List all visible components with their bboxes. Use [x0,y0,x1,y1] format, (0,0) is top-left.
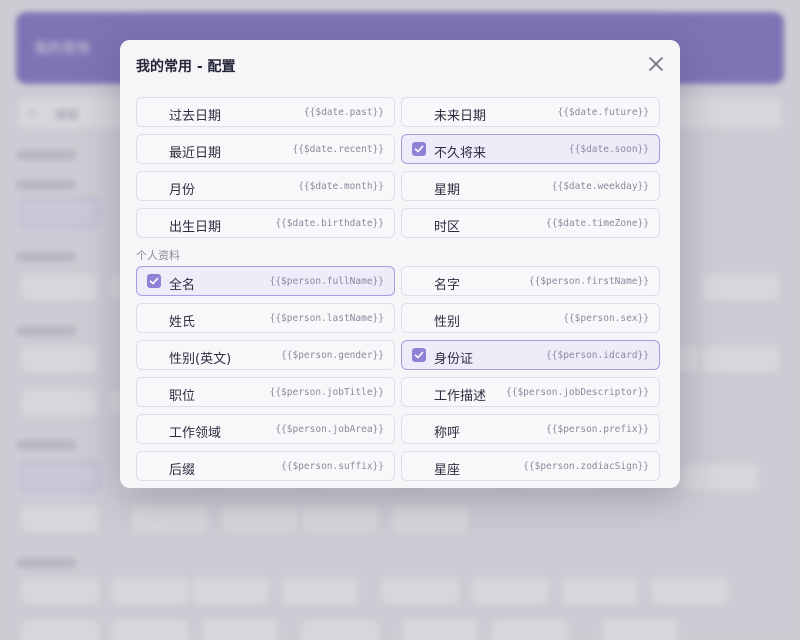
config-modal: 我的常用 - 配置 过去日期 {{$date.past}} 未来日期 {{$da… [120,40,680,488]
option-code: {{$person.zodiacSign}} [523,461,649,472]
option-label: 全名 [169,278,196,293]
option-item-person-1[interactable]: 名字 {{$person.firstName}} [401,266,660,296]
option-item-person-3[interactable]: 性别 {{$person.sex}} [401,303,660,333]
modal-scroll-content: 过去日期 {{$date.past}} 未来日期 {{$date.future}… [136,90,660,481]
option-label: 最近日期 [169,146,222,161]
option-code: {{$person.lastName}} [269,313,384,324]
option-code: {{$person.sex}} [563,313,649,324]
option-label: 星座 [434,463,461,478]
option-item-person-2[interactable]: 姓氏 {{$person.lastName}} [136,303,395,333]
option-item-person-7[interactable]: 工作描述 {{$person.jobDescriptor}} [401,377,660,407]
option-label: 未来日期 [434,109,487,124]
option-item-date-0[interactable]: 过去日期 {{$date.past}} [136,97,395,127]
option-code: {{$date.future}} [557,107,649,118]
option-label: 性别(英文) [169,352,232,367]
option-label: 时区 [434,220,461,235]
option-item-person-4[interactable]: 性别(英文) {{$person.gender}} [136,340,395,370]
option-item-date-6[interactable]: 出生日期 {{$date.birthdate}} [136,208,395,238]
option-code: {{$date.recent}} [292,144,384,155]
option-code: {{$person.suffix}} [281,461,384,472]
option-item-date-7[interactable]: 时区 {{$date.timeZone}} [401,208,660,238]
modal-body[interactable]: 过去日期 {{$date.past}} 未来日期 {{$date.future}… [120,90,680,488]
modal-header: 我的常用 - 配置 [120,40,680,90]
option-item-person-9[interactable]: 称呼 {{$person.prefix}} [401,414,660,444]
date-items-grid: 过去日期 {{$date.past}} 未来日期 {{$date.future}… [136,97,660,238]
option-label: 称呼 [434,426,461,441]
option-label: 过去日期 [169,109,222,124]
check-icon [414,145,424,153]
person-items-grid: 全名 {{$person.fullName}} 名字 {{$person.fir… [136,266,660,481]
person-section-label: 个人资料 [136,249,180,262]
option-label: 星期 [434,183,461,198]
option-item-person-11[interactable]: 星座 {{$person.zodiacSign}} [401,451,660,481]
option-label: 名字 [434,278,461,293]
option-code: {{$person.prefix}} [546,424,649,435]
option-code: {{$person.firstName}} [528,276,649,287]
option-code: {{$date.birthdate}} [275,218,384,229]
option-code: {{$date.soon}} [568,144,649,155]
option-code: {{$date.past}} [303,107,384,118]
option-label: 工作领域 [169,426,222,441]
option-label: 不久将来 [434,146,487,161]
option-item-date-5[interactable]: 星期 {{$date.weekday}} [401,171,660,201]
option-item-person-5[interactable]: 身份证 {{$person.idcard}} [401,340,660,370]
option-item-person-6[interactable]: 职位 {{$person.jobTitle}} [136,377,395,407]
check-icon [149,277,159,285]
option-label: 后缀 [169,463,196,478]
option-item-date-4[interactable]: 月份 {{$date.month}} [136,171,395,201]
option-code: {{$person.idcard}} [546,350,649,361]
option-code: {{$date.weekday}} [551,181,649,192]
modal-title: 我的常用 - 配置 [136,59,236,75]
option-code: {{$date.timeZone}} [546,218,649,229]
option-item-date-1[interactable]: 未来日期 {{$date.future}} [401,97,660,127]
checkbox[interactable] [412,348,426,362]
option-item-person-8[interactable]: 工作领域 {{$person.jobArea}} [136,414,395,444]
checkbox[interactable] [412,142,426,156]
check-icon [414,351,424,359]
option-code: {{$person.gender}} [281,350,384,361]
option-code: {{$person.jobArea}} [275,424,384,435]
checkbox[interactable] [147,274,161,288]
option-label: 性别 [434,315,461,330]
close-icon [649,57,663,71]
option-label: 职位 [169,389,196,404]
option-item-date-3[interactable]: 不久将来 {{$date.soon}} [401,134,660,164]
option-code: {{$date.month}} [298,181,384,192]
option-item-person-0[interactable]: 全名 {{$person.fullName}} [136,266,395,296]
option-code: {{$person.jobTitle}} [269,387,384,398]
option-code: {{$person.fullName}} [269,276,384,287]
option-label: 身份证 [434,352,474,367]
option-code: {{$person.jobDescriptor}} [506,387,649,398]
option-label: 出生日期 [169,220,222,235]
option-label: 工作描述 [434,389,487,404]
option-item-person-10[interactable]: 后缀 {{$person.suffix}} [136,451,395,481]
option-label: 月份 [169,183,196,198]
option-label: 姓氏 [169,315,196,330]
close-button[interactable] [646,54,666,74]
option-item-date-2[interactable]: 最近日期 {{$date.recent}} [136,134,395,164]
